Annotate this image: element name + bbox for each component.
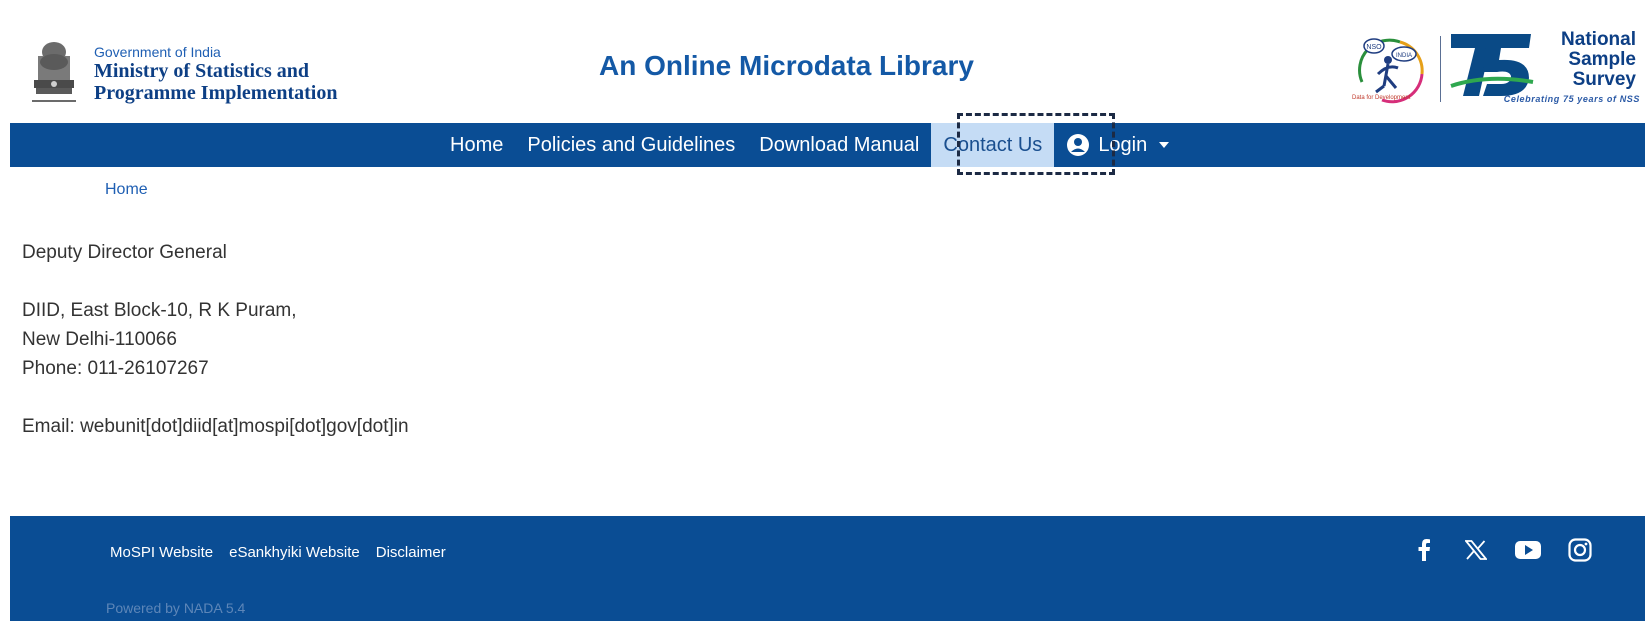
- powered-by-label: Powered by NADA 5.4: [106, 600, 246, 616]
- footer-link-mospi[interactable]: MoSPI Website: [110, 544, 213, 561]
- social-links: [1410, 536, 1594, 564]
- nav-home[interactable]: Home: [438, 123, 515, 167]
- nso-badge-text: NSO: [1366, 44, 1382, 51]
- address-line-1: DIID, East Block-10, R K Puram,: [22, 300, 297, 321]
- contact-title: Deputy Director General: [22, 242, 227, 263]
- nso-india-logo: NSO INDIA: [1358, 38, 1424, 104]
- footer-link-esankhyiki[interactable]: eSankhyiki Website: [229, 544, 360, 561]
- nav-login-dropdown[interactable]: Login: [1054, 123, 1181, 167]
- nav-contact-us[interactable]: Contact Us: [931, 123, 1055, 167]
- address-line-2: New Delhi-110066: [22, 329, 177, 350]
- email-address: Email: webunit[dot]diid[at]mospi[dot]gov…: [22, 416, 409, 437]
- site-header: Government of India Ministry of Statisti…: [0, 0, 1645, 123]
- nso-caption: Data for Development: [1352, 95, 1411, 101]
- nav-download-manual[interactable]: Download Manual: [747, 123, 931, 167]
- user-circle-icon: [1067, 134, 1090, 156]
- nss-word-national: National: [1561, 29, 1636, 50]
- login-label: Login: [1098, 134, 1148, 156]
- breadcrumb-home[interactable]: Home: [105, 181, 148, 199]
- footer-link-disclaimer[interactable]: Disclaimer: [376, 544, 446, 561]
- logo-divider: [1440, 36, 1441, 102]
- nav-policies-guidelines[interactable]: Policies and Guidelines: [515, 123, 747, 167]
- facebook-icon[interactable]: [1410, 536, 1438, 564]
- nss-title: National Sample Survey: [1532, 30, 1636, 90]
- nss-number: 75: [1447, 30, 1449, 31]
- footer-links: MoSPI Website eSankhyiki Website Disclai…: [110, 544, 446, 561]
- india-badge-text: INDIA: [1396, 53, 1412, 59]
- site-footer: MoSPI Website eSankhyiki Website Disclai…: [10, 516, 1645, 621]
- nav-list: Home Policies and Guidelines Download Ma…: [438, 123, 1181, 167]
- nss-word-survey: Survey: [1572, 69, 1636, 90]
- nss-tagline: Celebrating 75 years of NSS: [1503, 94, 1640, 104]
- main-navbar: Home Policies and Guidelines Download Ma…: [10, 123, 1645, 167]
- youtube-icon[interactable]: [1514, 536, 1542, 564]
- instagram-icon[interactable]: [1566, 536, 1594, 564]
- x-twitter-icon[interactable]: [1462, 536, 1490, 564]
- phone-number: Phone: 011-26107267: [22, 358, 209, 379]
- chevron-down-icon: [1159, 142, 1170, 148]
- ministry-name-line2: Programme Implementation: [94, 82, 338, 104]
- nss-75-logo: 75: [1447, 30, 1534, 96]
- nss-word-sample: Sample: [1568, 49, 1636, 70]
- contact-details: Deputy Director General DIID, East Block…: [22, 238, 409, 441]
